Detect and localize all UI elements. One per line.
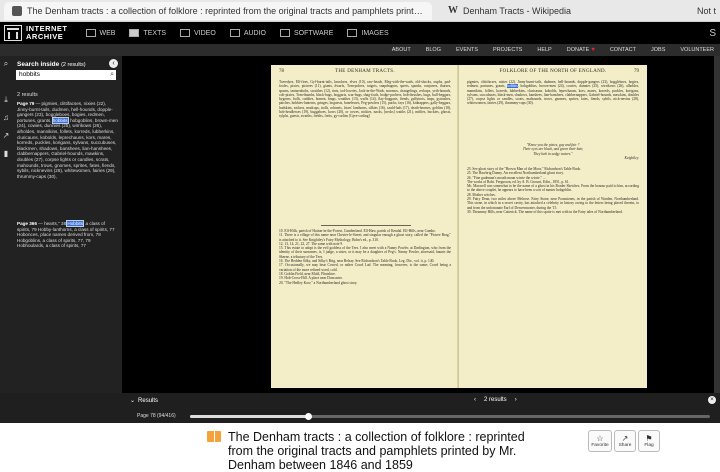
nav-donate[interactable]: DONATE ♥	[567, 47, 595, 53]
footnote-rule	[321, 225, 411, 226]
archive-favicon-icon	[12, 5, 22, 16]
flag-button[interactable]: ⚑ Flag	[638, 430, 660, 452]
floppy-icon	[279, 29, 290, 37]
media-video[interactable]: VIDEO	[180, 29, 216, 37]
match-highlight: hobbits	[51, 116, 69, 124]
search-inside-panel: Search inside (2 results) ‹ hobbits ⌕ 2 …	[12, 56, 122, 395]
secondary-nav: ABOUT BLOG EVENTS PROJECTS HELP DONATE ♥ …	[0, 44, 720, 56]
browser-tab-active[interactable]: The Denham tracts : a collection of folk…	[4, 1, 432, 20]
tab-title: Denham Tracts - Wikipedia	[463, 5, 572, 16]
tab-title: The Denham tracts : a collection of folk…	[27, 5, 424, 16]
nav-events[interactable]: EVENTS	[456, 47, 478, 53]
magnifier-icon[interactable]: ⌕	[110, 70, 114, 80]
logo-line2: ARCHIVE	[26, 32, 64, 41]
star-icon: ☆	[596, 434, 604, 443]
results-pager: ‹ 2 results ›	[470, 397, 521, 403]
speaker-icon	[229, 29, 240, 37]
close-panel-icon[interactable]: ‹	[109, 59, 118, 68]
results-toggle[interactable]: ⌄ Results	[130, 397, 158, 405]
heart-icon: ♥	[591, 47, 595, 53]
image-icon	[347, 29, 358, 37]
page-body-text: Tweedyes, Elf-fires, Gyl-burnt-tails, kn…	[279, 80, 451, 119]
item-actions: ☆ Favorite ↗ Share ⚑ Flag	[588, 430, 662, 452]
tab-overflow-label[interactable]: Not t	[697, 6, 716, 16]
match-highlight: Hobbits	[66, 220, 84, 227]
page-body-text: pigmies, clittifacses, nixies (22), Jinn…	[467, 80, 639, 106]
media-images[interactable]: IMAGES	[347, 29, 389, 37]
film-icon	[180, 29, 191, 37]
browser-tabstrip: The Denham tracts : a collection of folk…	[0, 0, 720, 22]
nav-about[interactable]: ABOUT	[392, 47, 411, 53]
poem-block: "Know you the pixies, gay and fair ? The…	[522, 143, 639, 160]
item-header: The Denham tracts : a collection of folk…	[0, 423, 720, 472]
search-result-item[interactable]: Page 366 — hearts," 38 Hobbits, a class …	[17, 220, 119, 249]
share-icon[interactable]: ↗	[2, 132, 10, 140]
media-audio[interactable]: AUDIO	[229, 29, 266, 37]
nav-projects[interactable]: PROJECTS	[493, 47, 522, 53]
footnotes-text: 10. Elf-Hills, parish of Hutton-in-the-F…	[279, 229, 451, 285]
wikipedia-favicon-icon: W	[448, 5, 458, 16]
search-icon[interactable]: ⌕	[2, 60, 10, 68]
search-input[interactable]: hobbits ⌕	[16, 70, 116, 80]
page-number: 79	[634, 69, 639, 74]
archive-temple-icon	[4, 25, 22, 41]
prev-result-icon[interactable]: ‹	[474, 397, 476, 403]
results-count: 2 results	[484, 397, 507, 403]
reader-footer: ⌄ Results ‹ 2 results › × Page 78 (94/41…	[0, 393, 720, 423]
media-web[interactable]: WEB	[85, 29, 115, 37]
nav-volunteer[interactable]: VOLUNTEER	[680, 47, 714, 53]
running-head: FOLKLORE OF THE NORTH OF ENGLAND.	[499, 69, 607, 74]
page-slider-handle[interactable]	[304, 413, 312, 420]
flag-icon: ⚑	[645, 434, 653, 443]
bookmark-icon[interactable]: ▮	[2, 150, 10, 158]
running-head: THE DENHAM TRACTS.	[335, 69, 395, 74]
book-icon	[129, 29, 140, 37]
item-title: The Denham tracts : a collection of folk…	[228, 430, 525, 472]
nav-help[interactable]: HELP	[537, 47, 551, 53]
page-slider[interactable]	[190, 413, 710, 420]
chevron-down-icon: ⌄	[130, 398, 136, 404]
headphones-icon[interactable]: ♫	[2, 114, 10, 122]
topbar-right-label[interactable]: S	[709, 28, 716, 39]
close-results-icon[interactable]: ×	[708, 396, 716, 404]
book-page-left[interactable]: 78 THE DENHAM TRACTS. Tweedyes, Elf-fire…	[271, 65, 459, 388]
menu-rail: ⌕ ⤓ ♫ ↗ ▮	[0, 56, 12, 401]
browser-tab-wikipedia[interactable]: W Denham Tracts - Wikipedia	[440, 2, 660, 20]
media-type-nav: WEB TEXTS VIDEO AUDIO SOFTWARE IMAGES	[85, 29, 403, 37]
results-label: 2 results	[17, 92, 38, 98]
texts-book-icon	[207, 431, 221, 442]
share-button[interactable]: ↗ Share	[614, 430, 636, 452]
nav-jobs[interactable]: JOBS	[651, 47, 665, 53]
next-result-icon[interactable]: ›	[515, 397, 517, 403]
nav-contact[interactable]: CONTACT	[610, 47, 636, 53]
page-slider-fill	[190, 415, 308, 418]
media-software[interactable]: SOFTWARE	[279, 29, 333, 37]
share-icon: ↗	[621, 434, 629, 443]
search-inside-heading: Search inside (2 results)	[17, 61, 86, 68]
ia-logo[interactable]: INTERNET ARCHIVE	[4, 25, 68, 41]
media-texts[interactable]: TEXTS	[129, 29, 166, 37]
page-indicator: Page 78 (94/416)	[137, 413, 176, 419]
book-page-right[interactable]: FOLKLORE OF THE NORTH OF ENGLAND. 79 pig…	[459, 65, 647, 388]
favorite-button[interactable]: ☆ Favorite	[588, 430, 612, 452]
search-result-count: (2 results)	[61, 62, 86, 68]
right-scroll-rail[interactable]	[714, 56, 720, 395]
web-icon	[85, 29, 96, 37]
nav-blog[interactable]: BLOG	[426, 47, 441, 53]
download-icon[interactable]: ⤓	[2, 96, 10, 104]
ia-topnav: INTERNET ARCHIVE WEB TEXTS VIDEO AUDIO S…	[0, 22, 720, 44]
search-result-item[interactable]: Page 79 — pigmies, clittifacses, nixies …	[17, 101, 119, 179]
book-view[interactable]: 78 THE DENHAM TRACTS. Tweedyes, Elf-fire…	[122, 56, 720, 395]
book-reader: ⌕ ⤓ ♫ ↗ ▮ Search inside (2 results) ‹ ho…	[0, 56, 720, 401]
footnotes-text: 23. See ghost story of the "Brown Man of…	[467, 167, 639, 214]
